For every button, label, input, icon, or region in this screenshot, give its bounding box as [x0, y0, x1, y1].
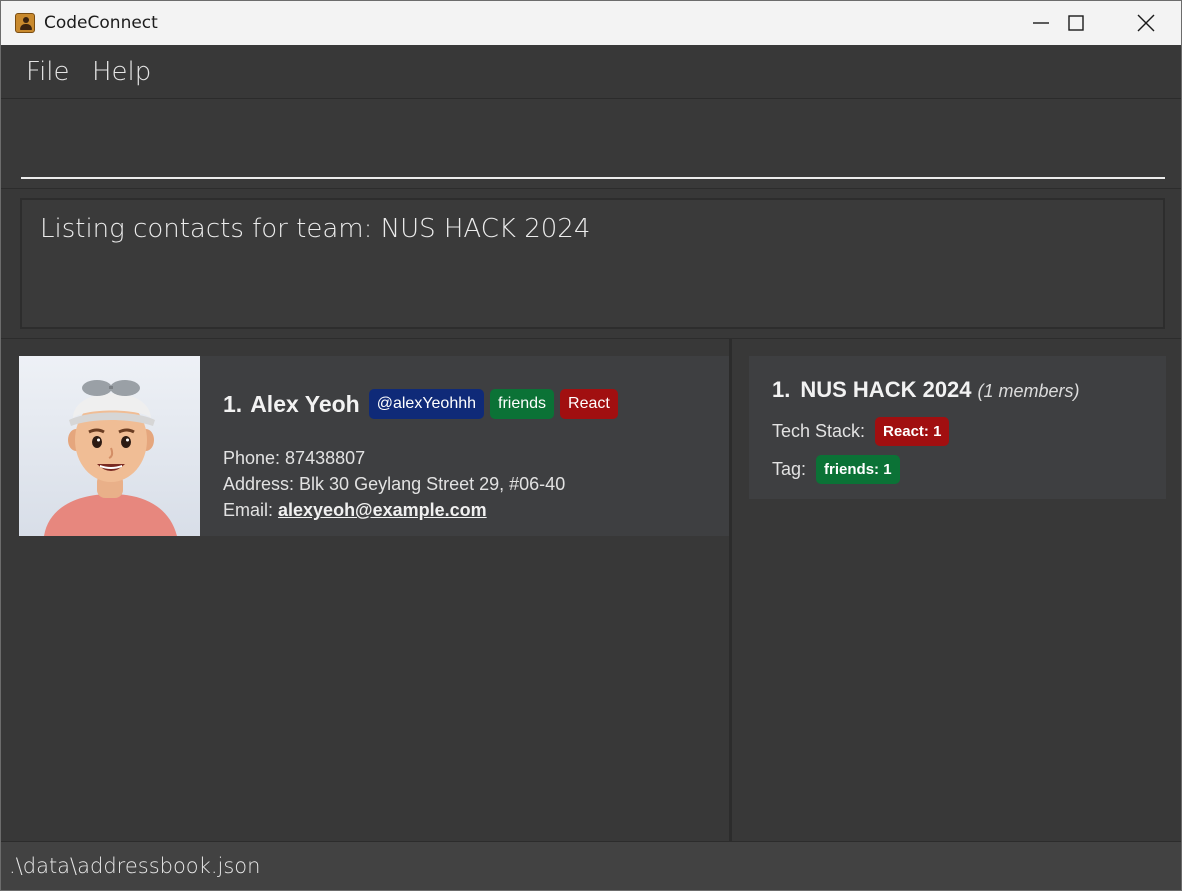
- github-handle-tag: @alexYeohhh: [368, 389, 485, 419]
- tech-stack-react-tag: React: 1: [875, 417, 950, 446]
- team-card[interactable]: 1. NUS HACK 2024 (1 members) Tech Stack:…: [749, 356, 1166, 499]
- result-text-area[interactable]: Listing contacts for team: NUS HACK 2024: [20, 198, 1165, 329]
- window-title: CodeConnect: [44, 13, 158, 33]
- team-tag-friends: friends: 1: [816, 455, 900, 484]
- team-list-panel[interactable]: 1. NUS HACK 2024 (1 members) Tech Stack:…: [735, 339, 1181, 841]
- tag-react: React: [560, 389, 618, 419]
- email-link[interactable]: alexyeoh@example.com: [278, 500, 487, 520]
- tech-stack-row: Tech Stack: React: 1: [772, 417, 950, 446]
- menu-file[interactable]: File: [26, 57, 70, 87]
- avatar-illustration: [44, 380, 177, 536]
- close-button[interactable]: [1111, 1, 1181, 45]
- status-bar: .\data\addressbook.json: [1, 841, 1181, 890]
- contact-book-icon: [15, 13, 35, 33]
- team-name: NUS HACK 2024: [800, 377, 972, 402]
- tag-row: Tag: friends: 1: [772, 455, 900, 484]
- person-name: Alex Yeoh: [250, 390, 360, 417]
- save-file-path: .\data\addressbook.json: [9, 854, 261, 878]
- person-address: Address: Blk 30 Geylang Street 29, #06-4…: [223, 474, 566, 494]
- menu-help[interactable]: Help: [92, 57, 151, 87]
- close-icon: [1137, 14, 1155, 32]
- title-bar: CodeConnect: [1, 1, 1181, 45]
- result-display: Listing contacts for team: NUS HACK 2024: [1, 189, 1181, 339]
- person-email-row: Email: alexyeoh@example.com: [223, 500, 487, 521]
- person-index: 1.: [223, 390, 243, 417]
- tag-label: Tag:: [772, 459, 807, 479]
- person-list-panel[interactable]: 1. Alex Yeoh @alexYeohhh friends React P…: [1, 339, 732, 841]
- tech-stack-label: Tech Stack:: [772, 421, 866, 441]
- command-input[interactable]: [21, 109, 1165, 179]
- person-phone: Phone: 87438807: [223, 448, 366, 468]
- person-header: 1. Alex Yeoh @alexYeohhh friends React: [223, 389, 624, 419]
- tag-friends: friends: [490, 389, 555, 419]
- team-member-count: (1 members): [977, 381, 1080, 401]
- maximize-icon: [1068, 15, 1084, 31]
- avatar: [19, 356, 200, 536]
- app-window: CodeConnect File Help Listing contacts f…: [0, 0, 1182, 891]
- result-message: Listing contacts for team: NUS HACK 2024: [40, 214, 591, 244]
- maximize-button[interactable]: [1041, 1, 1111, 45]
- team-index: 1.: [772, 377, 791, 402]
- menu-bar: File Help: [1, 45, 1181, 99]
- person-card[interactable]: 1. Alex Yeoh @alexYeohhh friends React P…: [19, 356, 729, 536]
- command-box: [1, 99, 1181, 189]
- email-label: Email:: [223, 500, 279, 520]
- team-header: 1. NUS HACK 2024 (1 members): [772, 377, 1080, 403]
